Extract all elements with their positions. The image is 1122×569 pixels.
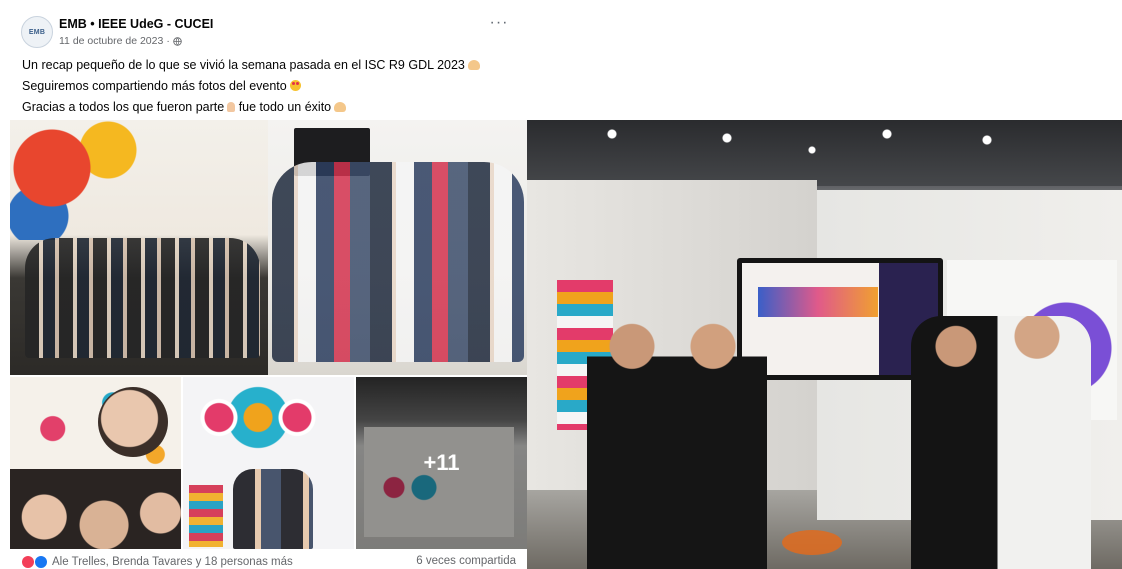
people-left	[587, 316, 767, 569]
photo-award[interactable]	[183, 377, 354, 549]
post-text-line-1: Un recap pequeño de lo que se vivió la s…	[22, 58, 465, 72]
post-text-line-3: Gracias a todos los que fueron parte	[22, 100, 225, 114]
pointing-hand-emoji-icon	[227, 102, 236, 112]
photo-group-hall[interactable]	[268, 120, 527, 375]
post-text-line-2: Seguiremos compartiendo más fotos del ev…	[22, 79, 287, 93]
page-name-link[interactable]: EMB • IEEE UdeG - CUCEI	[59, 17, 213, 31]
post-text-line: Seguiremos compartiendo más fotos del ev…	[22, 76, 522, 97]
photo-group-stage[interactable]	[10, 120, 268, 375]
people-group	[25, 238, 260, 358]
photo-selfie-mural[interactable]	[10, 377, 181, 549]
raising-hands-emoji-icon	[334, 102, 347, 112]
heart-eyes-emoji-icon	[289, 80, 301, 91]
people-right	[911, 316, 1091, 569]
post-header: EMB EMB • IEEE UdeG - CUCEI 11 de octubr…	[21, 14, 521, 50]
faces-group	[10, 469, 181, 549]
post-meta: 11 de octubre de 2023 ·	[59, 35, 182, 47]
more-options-button[interactable]: ···	[487, 15, 511, 36]
post-text-line: Un recap pequeño de lo que se vivió la s…	[22, 55, 522, 76]
photo-booth[interactable]	[527, 120, 1122, 569]
post-text-line: Gracias a todos los que fueron parte fue…	[22, 97, 522, 118]
more-photos-count[interactable]: +11	[423, 450, 459, 476]
people-group	[272, 162, 524, 362]
reactions-summary[interactable]: Ale Trelles, Brenda Tavares y 18 persona…	[22, 555, 293, 569]
ceiling-lights	[587, 126, 1087, 166]
post-date-link[interactable]: 11 de octubre de 2023	[59, 35, 163, 47]
post-text-line-4: fue todo un éxito	[238, 100, 332, 114]
page-avatar[interactable]: EMB	[21, 16, 53, 48]
event-motif	[193, 377, 323, 467]
shares-count[interactable]: 6 veces compartida	[416, 555, 516, 567]
orange-cable	[782, 530, 842, 555]
avatar-logo-text: EMB	[28, 28, 46, 36]
reactions-text[interactable]: Ale Trelles, Brenda Tavares y 18 persona…	[52, 556, 293, 568]
face	[98, 387, 168, 457]
tv-screen	[742, 263, 938, 375]
banner	[189, 485, 223, 547]
love-reaction-icon	[22, 556, 34, 568]
raised-hands-emoji-icon	[467, 60, 480, 70]
mural-graphic	[10, 120, 150, 240]
photo-more[interactable]: +11	[356, 377, 527, 549]
award-people	[233, 469, 313, 549]
more-photos-overlay[interactable]: +11	[356, 377, 527, 549]
globe-icon[interactable]	[173, 36, 182, 46]
like-reaction-icon	[34, 555, 48, 569]
post-text: Un recap pequeño de lo que se vivió la s…	[22, 55, 522, 118]
post-footer: Ale Trelles, Brenda Tavares y 18 persona…	[22, 555, 522, 569]
meta-separator: ·	[166, 35, 170, 47]
